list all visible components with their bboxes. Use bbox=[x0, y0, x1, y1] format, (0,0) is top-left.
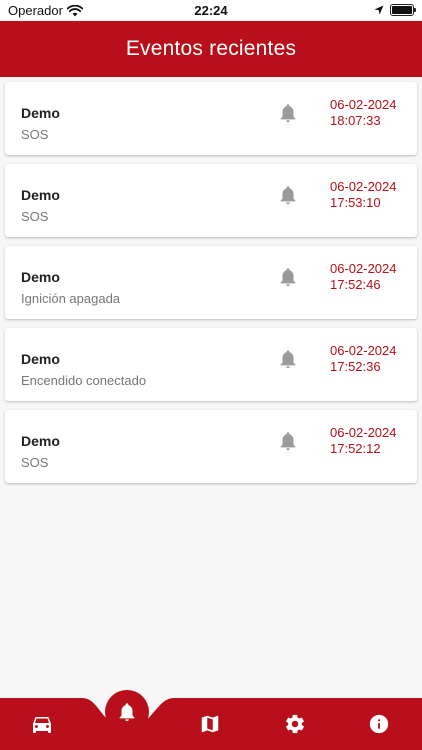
map-icon bbox=[201, 715, 219, 733]
event-card[interactable]: Demo SOS 06-02-2024 17:53:10 bbox=[5, 164, 417, 237]
info-icon bbox=[369, 714, 389, 734]
page-title: Eventos recientes bbox=[125, 37, 297, 60]
event-type: SOS bbox=[21, 127, 49, 142]
event-card[interactable]: Demo SOS 06-02-2024 17:52:12 bbox=[5, 410, 417, 483]
status-time: 22:24 bbox=[194, 3, 228, 18]
nav-events-button[interactable] bbox=[105, 690, 149, 734]
app-screen: Operador 22:24 Eventos recientes Demo SO… bbox=[0, 0, 422, 750]
event-card[interactable]: Demo Encendido conectado 06-02-2024 17:5… bbox=[5, 328, 417, 401]
event-card[interactable]: Demo SOS 06-02-2024 18:07:33 bbox=[5, 82, 417, 155]
location-arrow-icon bbox=[374, 5, 384, 15]
bell-icon bbox=[280, 432, 296, 451]
status-bar: Operador 22:24 bbox=[0, 0, 422, 21]
nav-vehicles-button[interactable] bbox=[22, 704, 62, 744]
event-device-name: Demo bbox=[21, 351, 60, 367]
event-type: Encendido conectado bbox=[21, 373, 147, 388]
event-datetime: 06-02-2024 18:07:33 bbox=[330, 97, 397, 128]
nav-map-button[interactable] bbox=[190, 704, 230, 744]
event-type: SOS bbox=[21, 455, 49, 470]
event-datetime: 06-02-2024 17:52:12 bbox=[330, 425, 397, 456]
car-icon bbox=[33, 717, 51, 733]
status-right bbox=[374, 4, 416, 16]
event-list: Demo SOS 06-02-2024 18:07:33 Demo SOS 06… bbox=[5, 82, 417, 492]
gear-icon bbox=[286, 714, 304, 734]
event-device-name: Demo bbox=[21, 269, 60, 285]
bell-icon bbox=[280, 350, 296, 369]
event-type: SOS bbox=[21, 209, 49, 224]
bell-icon bbox=[119, 703, 135, 722]
nav-settings-button[interactable] bbox=[275, 704, 315, 744]
event-datetime: 06-02-2024 17:52:36 bbox=[330, 343, 397, 374]
battery-icon bbox=[390, 4, 416, 16]
event-device-name: Demo bbox=[21, 187, 60, 203]
event-device-name: Demo bbox=[21, 433, 60, 449]
event-card[interactable]: Demo Ignición apagada 06-02-2024 17:52:4… bbox=[5, 246, 417, 319]
event-datetime: 06-02-2024 17:52:46 bbox=[330, 261, 397, 292]
app-header: Eventos recientes bbox=[0, 21, 422, 77]
bell-icon bbox=[280, 186, 296, 205]
bell-icon bbox=[280, 104, 296, 123]
bottom-navigation bbox=[0, 690, 422, 750]
nav-info-button[interactable] bbox=[359, 704, 399, 744]
event-type: Ignición apagada bbox=[21, 291, 121, 306]
bell-icon bbox=[280, 268, 296, 287]
event-datetime: 06-02-2024 17:53:10 bbox=[330, 179, 397, 210]
event-device-name: Demo bbox=[21, 105, 60, 121]
